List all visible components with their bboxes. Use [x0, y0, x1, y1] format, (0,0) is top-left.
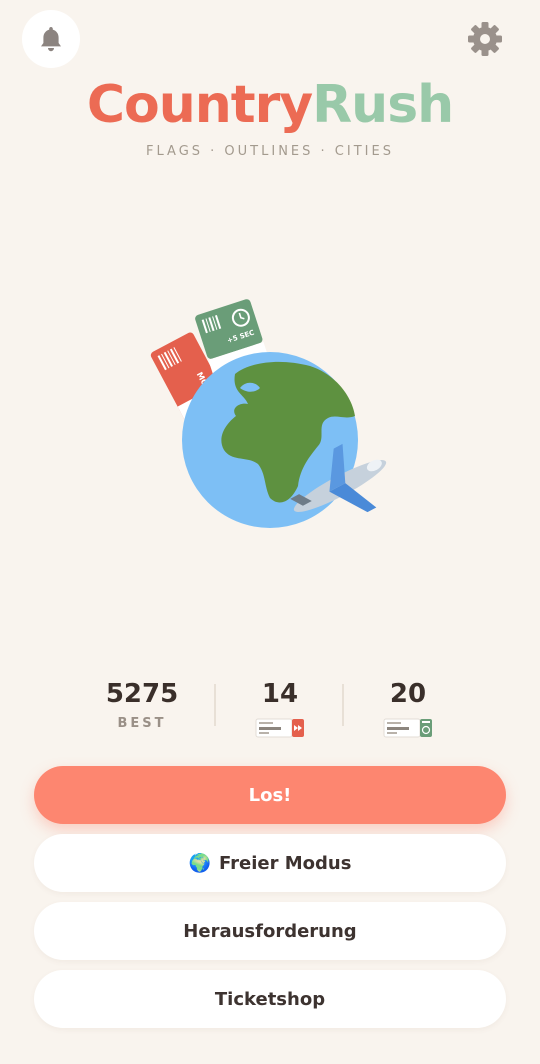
play-button[interactable]: Los! — [34, 766, 506, 824]
app-title-rush: Rush — [312, 75, 454, 135]
app-title-country: Country — [86, 75, 313, 135]
stats-bar: 5275 BEST 14 20 — [60, 676, 480, 740]
settings-button[interactable] — [464, 18, 506, 60]
skip-ticket-icon — [255, 718, 304, 738]
time-ticket-icon — [383, 718, 432, 738]
gear-icon — [468, 22, 502, 56]
hero-illustration: MOK +5 SEC — [140, 296, 410, 556]
stats-divider — [214, 684, 216, 726]
notifications-button[interactable] — [22, 10, 80, 68]
app-title: CountryRush — [0, 72, 540, 138]
skip-tickets-value: 14 — [261, 679, 299, 709]
free-mode-button[interactable]: 🌍 Freier Modus — [34, 834, 506, 892]
time-tickets-stat: 20 — [348, 676, 468, 742]
free-mode-label: Freier Modus — [218, 852, 352, 874]
best-score-label: BEST — [117, 716, 167, 731]
best-score-value: 5275 — [105, 679, 179, 709]
ticket-shop-button[interactable]: Ticketshop — [34, 970, 506, 1028]
app-subtitle: FLAGS · OUTLINES · CITIES — [146, 144, 394, 159]
best-score-stat: 5275 BEST — [82, 676, 202, 731]
skip-tickets-stat: 14 — [220, 676, 340, 742]
bell-icon — [41, 27, 61, 52]
time-tickets-value: 20 — [389, 679, 427, 709]
stats-divider — [342, 684, 344, 726]
globe-icon: 🌍 — [188, 852, 211, 874]
challenge-button[interactable]: Herausforderung — [34, 902, 506, 960]
